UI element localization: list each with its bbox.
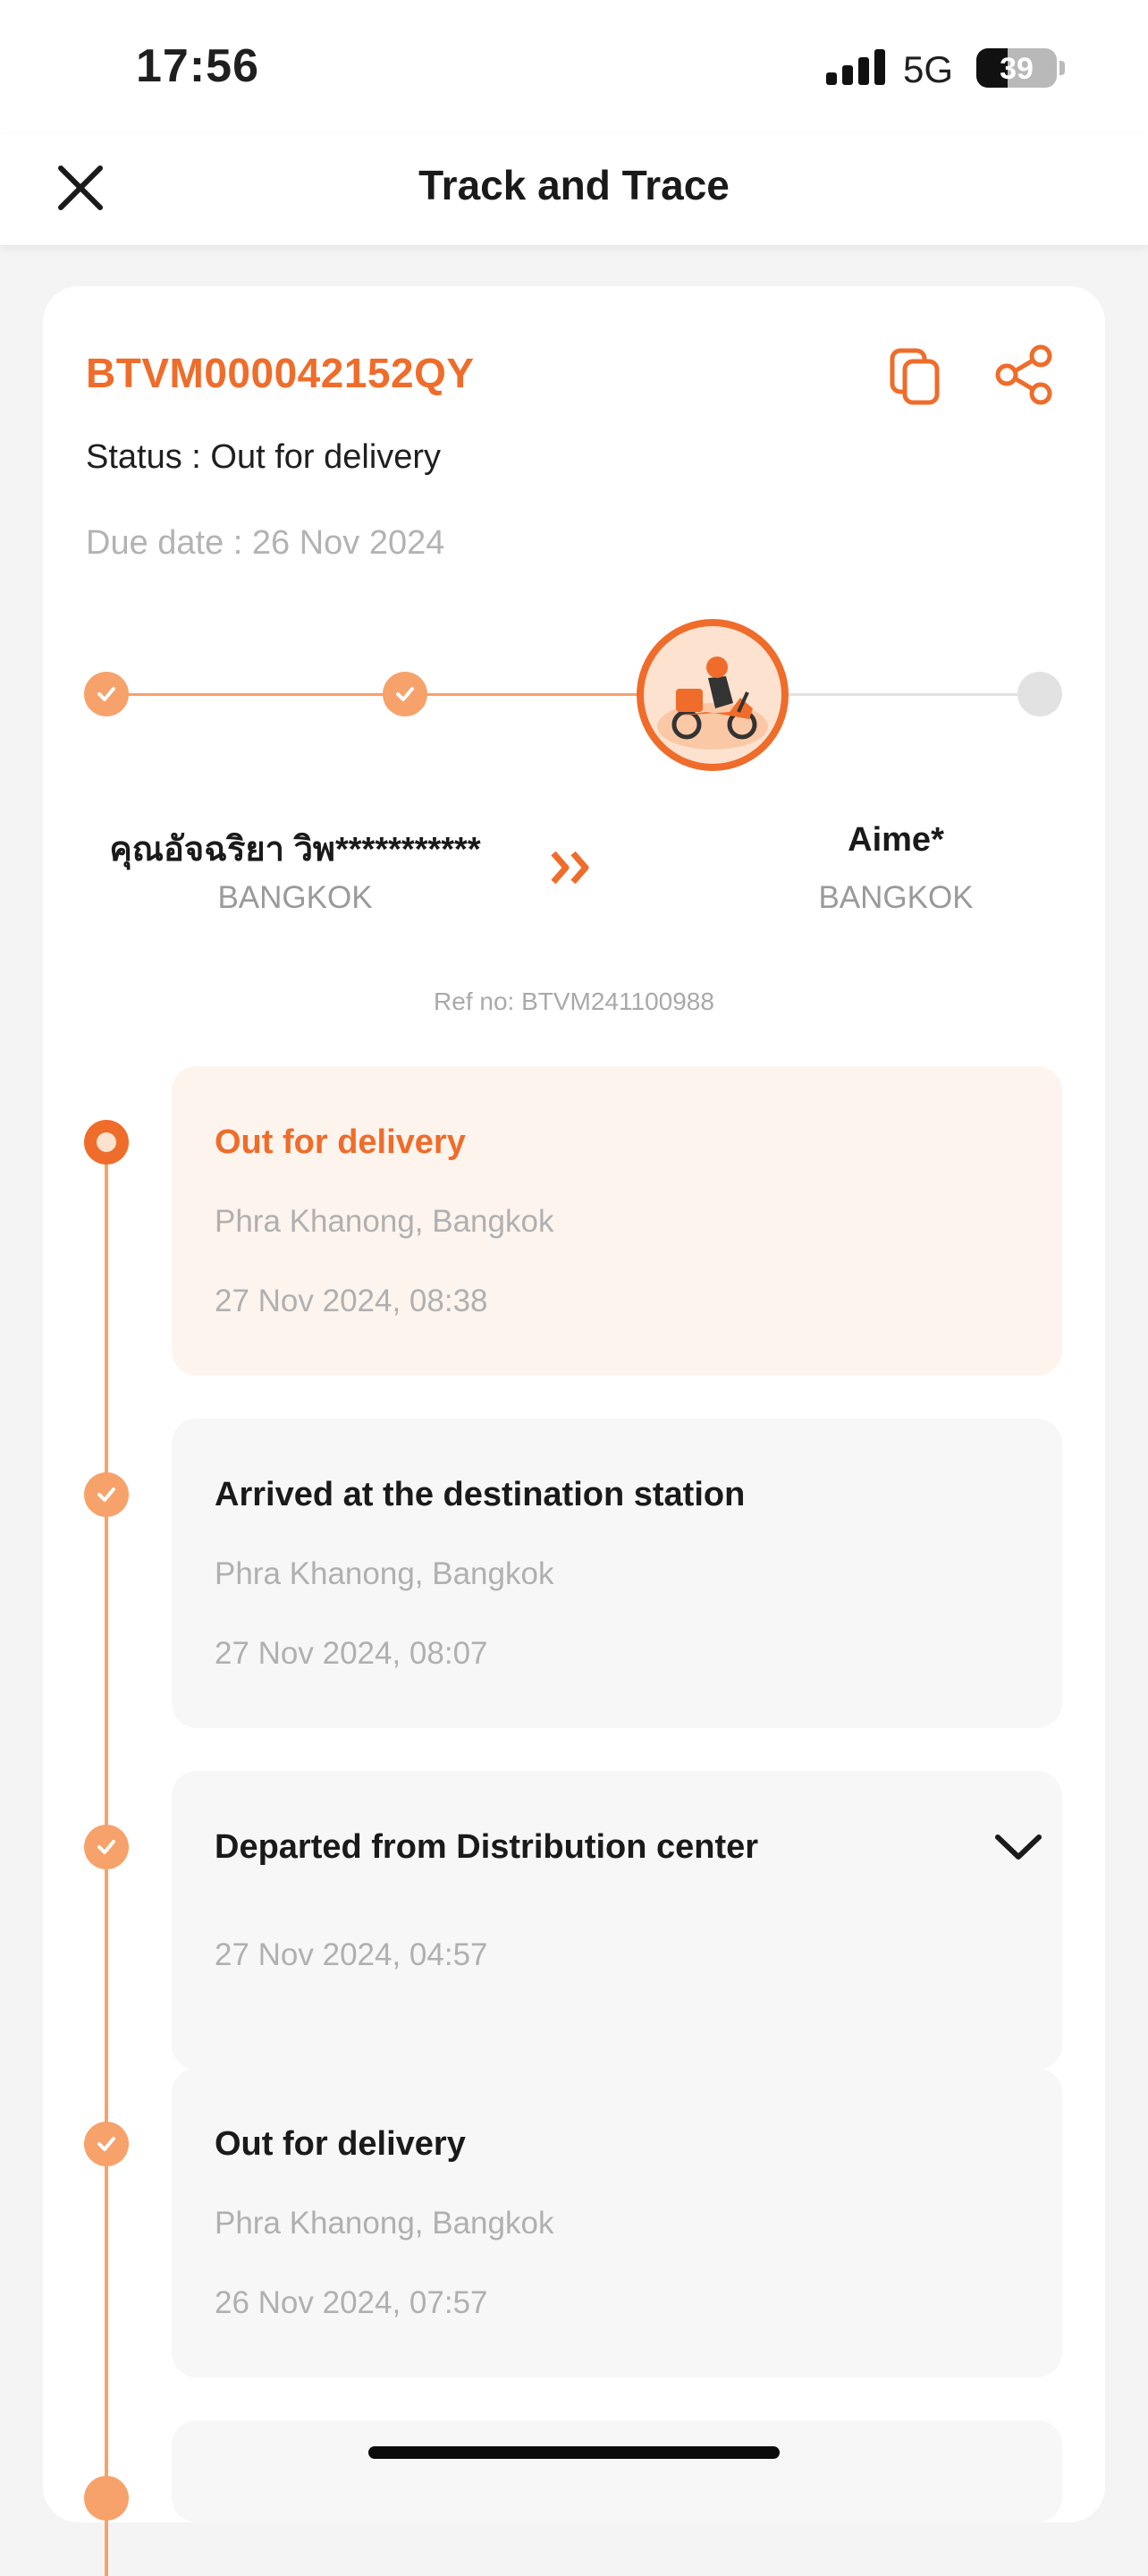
chevron-down-icon[interactable] xyxy=(991,1828,1046,1864)
progress-step-1 xyxy=(84,672,129,716)
due-date: Due date : 26 Nov 2024 xyxy=(86,524,445,562)
home-indicator xyxy=(368,2446,780,2459)
page-title: Track and Trace xyxy=(418,162,730,208)
battery-icon: 39 xyxy=(976,48,1057,88)
check-icon xyxy=(97,687,115,701)
event-title: Departed from Distribution center xyxy=(215,1828,759,1866)
progress-step-current xyxy=(637,619,789,771)
timeline-dot xyxy=(84,2476,129,2521)
event-title: Out for delivery xyxy=(215,1123,466,1161)
sender-city: BANGKOK xyxy=(217,880,373,915)
header: Track and Trace xyxy=(0,134,1148,245)
event-time: 27 Nov 2024, 08:38 xyxy=(215,1284,488,1318)
timeline-dot xyxy=(84,1825,129,1869)
status-time: 17:56 xyxy=(136,40,259,92)
receiver-name: Aime* xyxy=(848,821,944,859)
status-bar: 17:56 5G 39 xyxy=(0,0,1148,134)
progress-step-final xyxy=(1017,672,1062,716)
tracking-number: BTVM000042152QY xyxy=(86,350,475,396)
share-icon xyxy=(995,344,1052,405)
reference-number: Ref no: BTVM241100988 xyxy=(434,987,714,1015)
progress-step-2 xyxy=(383,672,427,716)
check-icon xyxy=(97,1840,115,1854)
battery-tip xyxy=(1059,61,1065,75)
shipment-status: Status : Out for delivery xyxy=(86,438,442,476)
event-time: 27 Nov 2024, 04:57 xyxy=(215,1937,488,1972)
event-location: Phra Khanong, Bangkok xyxy=(215,2206,554,2241)
event-time: 27 Nov 2024, 08:07 xyxy=(215,1636,488,1671)
timeline-event-partial xyxy=(172,2420,1062,2522)
tracking-card: BTVM000042152QY Status : Out for deliver… xyxy=(43,286,1105,2576)
receiver-city: BANGKOK xyxy=(818,880,974,915)
check-icon xyxy=(396,687,414,701)
copy-button[interactable] xyxy=(883,342,950,408)
network-type: 5G xyxy=(903,48,954,90)
event-location: Phra Khanong, Bangkok xyxy=(215,1556,554,1591)
event-title: Arrived at the destination station xyxy=(215,1476,746,1513)
battery-level: 39 xyxy=(1000,52,1034,86)
progress-line-pending xyxy=(789,693,1039,696)
timeline-event-expandable[interactable]: Departed from Distribution center 27 Nov… xyxy=(172,1771,1062,2070)
sender-name: คุณอัจฉริยา วิพ*********** xyxy=(109,831,481,869)
double-chevron-right-icon xyxy=(551,851,589,885)
check-icon xyxy=(97,2137,115,2151)
delivery-scooter-icon xyxy=(657,657,768,750)
timeline-event: Arrived at the destination station Phra … xyxy=(172,1419,1062,1728)
signal-icon xyxy=(826,49,887,85)
timeline-dot-current xyxy=(84,1120,129,1165)
timeline-event-current: Out for delivery Phra Khanong, Bangkok 2… xyxy=(172,1066,1062,1376)
event-title: Out for delivery xyxy=(215,2125,466,2163)
copy-icon xyxy=(890,348,940,405)
timeline-dot xyxy=(84,2122,129,2166)
event-time: 26 Nov 2024, 07:57 xyxy=(215,2285,488,2320)
timeline-event: Out for delivery Phra Khanong, Bangkok 2… xyxy=(172,2068,1062,2377)
timeline-dot xyxy=(84,1472,129,1517)
event-location: Phra Khanong, Bangkok xyxy=(215,1204,554,1239)
share-button[interactable] xyxy=(991,342,1057,408)
check-icon xyxy=(97,1487,115,1502)
